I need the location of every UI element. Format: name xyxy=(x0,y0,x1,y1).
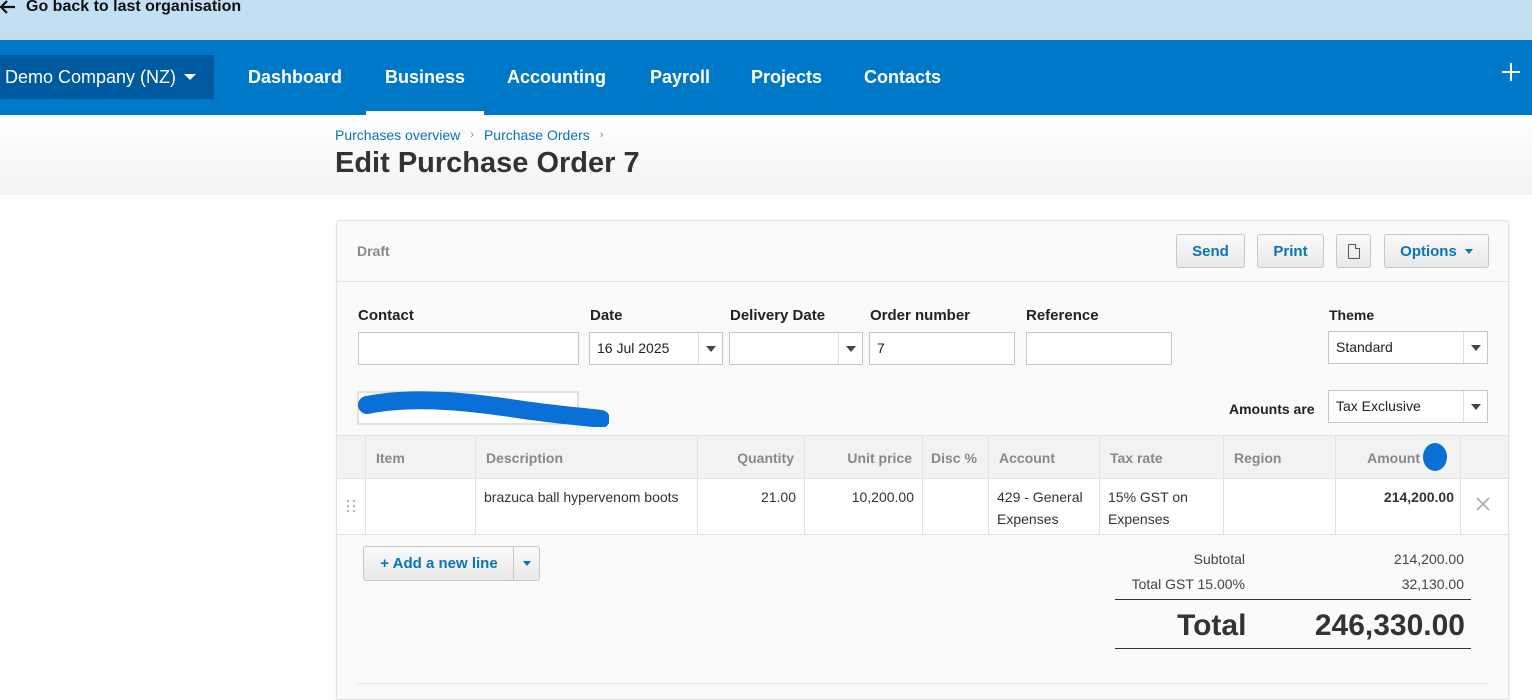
nav-payroll[interactable]: Payroll xyxy=(650,40,710,115)
chevron-down-icon xyxy=(184,74,197,80)
send-button-label: Send xyxy=(1192,242,1229,260)
column-description: Description xyxy=(476,436,698,479)
cell-account[interactable]: 429 - General Expenses xyxy=(989,479,1100,534)
top-bar: Go back to last organisation xyxy=(0,0,1532,40)
divider xyxy=(337,281,1508,282)
cell-amount: 214,200.00 xyxy=(1336,479,1461,534)
nav-projects[interactable]: Projects xyxy=(751,40,822,115)
subtotal-value: 214,200.00 xyxy=(1393,551,1464,567)
delivery-date-field[interactable] xyxy=(729,332,863,365)
options-button-label: Options xyxy=(1400,242,1457,260)
column-region: Region xyxy=(1224,436,1336,479)
theme-label: Theme xyxy=(1329,307,1375,323)
organisation-name: Demo Company (NZ) xyxy=(5,66,177,87)
chevron-down-icon xyxy=(845,345,856,352)
column-unit-price: Unit price xyxy=(805,436,923,479)
amounts-are-label: Amounts are xyxy=(1229,401,1315,417)
cell-item[interactable] xyxy=(366,479,476,534)
options-button[interactable]: Options xyxy=(1384,234,1489,268)
gst-label: Total GST 15.00% xyxy=(1131,576,1245,592)
purchase-order-panel: Draft Send Print Options Contact Date De… xyxy=(336,220,1509,700)
gst-value: 32,130.00 xyxy=(1401,576,1464,592)
nav-business[interactable]: Business xyxy=(365,40,485,115)
column-discount: Disc % xyxy=(923,436,989,479)
subtotal-label: Subtotal xyxy=(1193,551,1245,567)
chevron-down-icon xyxy=(705,345,716,352)
date-dropdown[interactable] xyxy=(698,333,722,364)
column-item: Item xyxy=(366,436,476,479)
column-quantity: Quantity xyxy=(698,436,805,479)
cell-discount[interactable] xyxy=(923,479,989,534)
page-title: Edit Purchase Order 7 xyxy=(335,147,640,179)
chevron-right-icon: › xyxy=(599,129,604,141)
chevron-down-icon xyxy=(1464,248,1473,254)
reference-label: Reference xyxy=(1026,307,1099,324)
column-account: Account xyxy=(989,436,1100,479)
cell-unit-price[interactable]: 10,200.00 xyxy=(805,479,923,534)
cell-region[interactable] xyxy=(1224,479,1336,534)
breadcrumb: Purchases overview › Purchase Orders › xyxy=(335,127,603,143)
nav-accounting[interactable]: Accounting xyxy=(507,40,606,115)
go-back-link[interactable]: Go back to last organisation xyxy=(0,0,241,17)
delivery-date-dropdown[interactable] xyxy=(838,333,862,364)
date-label: Date xyxy=(590,307,623,324)
drag-handle[interactable] xyxy=(337,479,366,534)
go-back-label: Go back to last organisation xyxy=(26,0,242,15)
chevron-down-icon xyxy=(522,561,531,566)
nav-dashboard[interactable]: Dashboard xyxy=(248,40,342,115)
amounts-are-select[interactable]: Tax Exclusive xyxy=(1328,390,1488,423)
status-badge: Draft xyxy=(357,243,390,259)
theme-value: Standard xyxy=(1336,339,1393,355)
send-button[interactable]: Send xyxy=(1176,234,1245,268)
print-button-label: Print xyxy=(1273,242,1308,260)
contact-label: Contact xyxy=(358,307,414,324)
cell-tax-rate[interactable]: 15% GST on Expenses xyxy=(1100,479,1224,534)
line-items-header: Item Description Quantity Unit price Dis… xyxy=(337,435,1508,479)
drag-column-header xyxy=(337,436,366,479)
amounts-are-value: Tax Exclusive xyxy=(1336,398,1421,414)
back-arrow-icon xyxy=(0,0,15,14)
breadcrumb-purchase-orders[interactable]: Purchase Orders xyxy=(484,127,590,143)
nav-contacts[interactable]: Contacts xyxy=(864,40,941,115)
main-nav: Demo Company (NZ) Dashboard Business Acc… xyxy=(0,40,1532,115)
total-value: 246,330.00 xyxy=(1314,609,1465,642)
add-line-dropdown[interactable] xyxy=(513,547,539,580)
contact-field[interactable] xyxy=(358,332,579,365)
chevron-right-icon: › xyxy=(470,129,474,141)
amounts-are-dropdown[interactable] xyxy=(1463,391,1487,422)
chevron-down-icon xyxy=(1470,403,1481,410)
column-tax-rate: Tax rate xyxy=(1100,436,1224,479)
organisation-switcher[interactable]: Demo Company (NZ) xyxy=(0,55,214,99)
drag-handle-icon xyxy=(346,499,356,513)
chevron-down-icon xyxy=(1470,344,1481,351)
date-value: 16 Jul 2025 xyxy=(597,340,670,356)
order-number-label: Order number xyxy=(870,307,971,324)
print-button[interactable]: Print xyxy=(1257,234,1324,268)
redacted-field xyxy=(357,391,609,427)
delivery-date-label: Delivery Date xyxy=(730,307,826,324)
order-number-field[interactable]: 7 xyxy=(869,332,1015,365)
date-field[interactable]: 16 Jul 2025 xyxy=(589,332,723,365)
page-header: Purchases overview › Purchase Orders › E… xyxy=(0,115,1532,195)
breadcrumb-purchases-overview[interactable]: Purchases overview xyxy=(335,127,460,143)
reference-field[interactable] xyxy=(1026,332,1172,365)
cell-description[interactable]: brazuca ball hypervenom boots xyxy=(476,479,698,534)
table-row: brazuca ball hypervenom boots 21.00 10,2… xyxy=(337,479,1508,535)
close-icon[interactable] xyxy=(1475,496,1491,512)
theme-select[interactable]: Standard xyxy=(1328,331,1488,364)
cell-quantity[interactable]: 21.00 xyxy=(698,479,805,534)
total-label: Total xyxy=(1177,609,1247,642)
copy-document-icon xyxy=(1347,243,1360,259)
add-new-line-label: + Add a new line xyxy=(380,555,498,572)
divider xyxy=(357,683,1489,684)
divider xyxy=(1115,599,1471,600)
theme-dropdown[interactable] xyxy=(1463,332,1487,363)
add-new-line-button[interactable]: + Add a new line xyxy=(363,546,540,581)
copy-button[interactable] xyxy=(1336,234,1371,268)
redaction-mark xyxy=(1423,443,1447,471)
divider xyxy=(1115,648,1471,649)
plus-icon[interactable] xyxy=(1502,63,1520,81)
